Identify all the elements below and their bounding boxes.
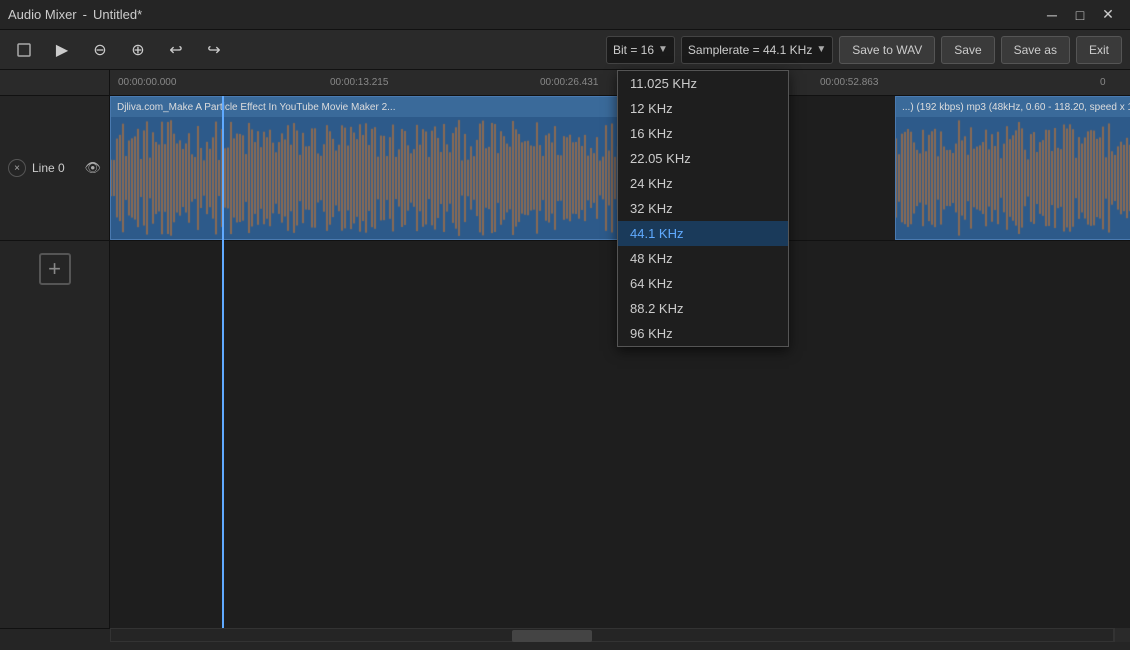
zoom-in-button[interactable]: ⊕: [122, 36, 154, 64]
close-button[interactable]: ✕: [1094, 3, 1122, 27]
samplerate-option-24[interactable]: 24 KHz: [618, 171, 788, 196]
redo-button[interactable]: ↪: [198, 36, 230, 64]
samplerate-option-2205[interactable]: 22.05 KHz: [618, 146, 788, 171]
save-wav-button[interactable]: Save to WAV: [839, 36, 935, 64]
samplerate-dropdown[interactable]: 11.025 KHz 12 KHz 16 KHz 22.05 KHz 24 KH…: [617, 70, 789, 347]
bit-dropdown-arrow: ▼: [658, 44, 668, 55]
undo-button[interactable]: ↩: [160, 36, 192, 64]
track-label-line0: × Line 0 👁: [0, 96, 109, 241]
zoom-out-button[interactable]: ⊖: [84, 36, 116, 64]
title-separator: -: [83, 7, 87, 22]
exit-button[interactable]: Exit: [1076, 36, 1122, 64]
maximize-button[interactable]: □: [1066, 3, 1094, 27]
toolbar-right: Bit = 16 ▼ Samplerate = 44.1 KHz ▼ Save …: [606, 36, 1122, 64]
samplerate-selector[interactable]: Samplerate = 44.1 KHz ▼: [681, 36, 833, 64]
time-mark-4: 0: [1100, 77, 1106, 88]
samplerate-option-32[interactable]: 32 KHz: [618, 196, 788, 221]
track-name-line0: Line 0: [32, 161, 78, 175]
play-button[interactable]: ▶: [46, 36, 78, 64]
samplerate-option-64[interactable]: 64 KHz: [618, 271, 788, 296]
save-as-button[interactable]: Save as: [1001, 36, 1070, 64]
mute-button-line0[interactable]: ×: [8, 159, 26, 177]
timeline-header-row: 00:00:00.000 00:00:13.215 00:00:26.431 0…: [0, 70, 1130, 96]
save-button[interactable]: Save: [941, 36, 994, 64]
samplerate-option-882[interactable]: 88.2 KHz: [618, 296, 788, 321]
time-mark-3: 00:00:52.863: [820, 77, 878, 88]
samplerate-label: Samplerate = 44.1 KHz: [688, 43, 812, 57]
time-mark-2: 00:00:26.431: [540, 77, 598, 88]
samplerate-option-12[interactable]: 12 KHz: [618, 96, 788, 121]
title-bar: Audio Mixer - Untitled* ─ □ ✕: [0, 0, 1130, 30]
app-name: Audio Mixer: [8, 7, 77, 22]
toolbar: ▶ ⊖ ⊕ ↩ ↪ Bit = 16 ▼ Samplerate = 44.1 K…: [0, 30, 1130, 70]
minimize-button[interactable]: ─: [1038, 3, 1066, 27]
scrollbar-corner: [1114, 628, 1130, 642]
h-scrollbar-thumb[interactable]: [512, 630, 592, 642]
samplerate-option-96[interactable]: 96 KHz: [618, 321, 788, 346]
samplerate-dropdown-arrow: ▼: [816, 44, 826, 55]
status-bar: [0, 628, 1130, 650]
add-track-icon[interactable]: +: [39, 253, 71, 285]
track-clip-2[interactable]: ...) (192 kbps) mp3 (48kHz, 0.60 - 118.2…: [895, 96, 1130, 240]
add-track-area[interactable]: +: [0, 241, 109, 297]
track-label-header: [0, 70, 110, 95]
samplerate-option-48[interactable]: 48 KHz: [618, 246, 788, 271]
window-controls: ─ □ ✕: [1038, 3, 1122, 27]
doc-name: Untitled*: [93, 7, 142, 22]
samplerate-option-11025[interactable]: 11.025 KHz: [618, 71, 788, 96]
bit-label: Bit = 16: [613, 43, 654, 57]
time-mark-0: 00:00:00.000: [118, 77, 176, 88]
tracks-container: × Line 0 👁 + Djliva.com_Make A Particle …: [0, 96, 1130, 628]
title-bar-title: Audio Mixer - Untitled*: [8, 7, 142, 22]
bit-selector[interactable]: Bit = 16 ▼: [606, 36, 675, 64]
samplerate-option-16[interactable]: 16 KHz: [618, 121, 788, 146]
samplerate-option-441[interactable]: 44.1 KHz: [618, 221, 788, 246]
cursor-tool[interactable]: [8, 36, 40, 64]
time-mark-1: 00:00:13.215: [330, 77, 388, 88]
track-labels: × Line 0 👁 +: [0, 96, 110, 628]
clip-2-header: ...) (192 kbps) mp3 (48kHz, 0.60 - 118.2…: [896, 97, 1130, 117]
playhead[interactable]: [222, 96, 224, 628]
visibility-button-line0[interactable]: 👁: [84, 160, 101, 176]
